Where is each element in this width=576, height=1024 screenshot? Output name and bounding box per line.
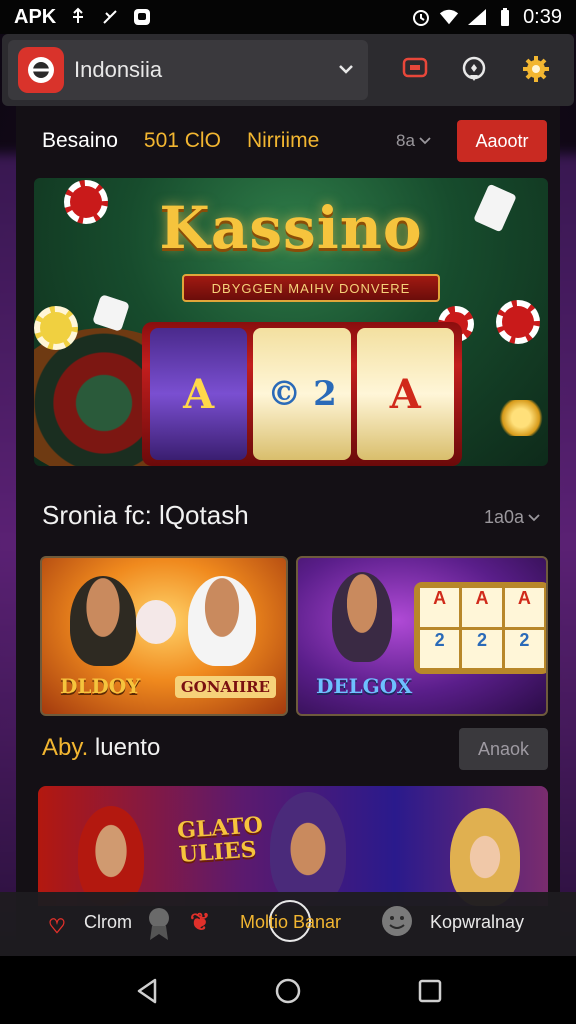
slot-reels: A © 2 A xyxy=(142,322,462,466)
android-navigation-bar xyxy=(0,956,576,1024)
chevron-down-icon xyxy=(338,61,354,79)
section-count-label: 1a0a xyxy=(484,507,525,527)
promo-banner[interactable]: GLATO ULIES xyxy=(38,786,548,906)
hero-ribbon: DBYGGEN MAIHV DONVERE xyxy=(182,274,440,302)
usb-icon xyxy=(68,7,88,27)
back-icon[interactable] xyxy=(134,978,160,1004)
chevron-down-icon xyxy=(528,513,540,521)
wifi-icon xyxy=(439,7,459,27)
casino-chip-image xyxy=(496,300,540,344)
app-screen: Indonsiia Besaino 501 ClO Nirriime 8a Aa… xyxy=(0,34,576,956)
hero-banner[interactable]: Kassino DBYGGEN MAIHV DONVERE A © 2 A xyxy=(34,178,548,466)
section-title: Sronia fc: lQotash xyxy=(42,500,249,530)
reel-symbol: 2 xyxy=(462,629,502,668)
nav-item-live[interactable]: Nirriime xyxy=(247,129,319,153)
mascot-image xyxy=(136,600,176,644)
nav-item-slots[interactable]: 501 ClO xyxy=(144,129,221,153)
category-nav: Besaino 501 ClO Nirriime 8a Aaootr xyxy=(16,118,560,164)
reel-symbol: A xyxy=(420,588,460,627)
character-image xyxy=(332,572,392,662)
character-image xyxy=(70,576,136,666)
slot-reel: A xyxy=(356,328,454,460)
promo-tab-icon: ❦ xyxy=(190,909,211,936)
country-selector[interactable]: Indonsiia xyxy=(8,40,368,100)
game-tile-label: DELGOX xyxy=(316,674,413,698)
medal-icon xyxy=(146,906,172,947)
call-icon xyxy=(100,7,120,27)
section2-action-button[interactable]: Anaok xyxy=(459,728,548,770)
status-bar: APK 0:39 xyxy=(0,0,576,34)
signal-icon xyxy=(467,7,487,27)
app-icon xyxy=(132,7,152,27)
slot-reel: A xyxy=(150,328,248,460)
casino-tab-icon: ♡ xyxy=(48,916,66,938)
top-bar: Indonsiia xyxy=(2,34,574,106)
character-image xyxy=(270,792,346,906)
battery-icon xyxy=(495,7,515,27)
reel-symbol: A xyxy=(504,588,544,627)
slot-machine-image: A A A 2 2 2 xyxy=(414,582,546,674)
reel-symbol: 2 xyxy=(420,629,460,668)
bottom-nav-center-label[interactable]: Moltio Banar xyxy=(240,912,341,933)
settings-icon[interactable] xyxy=(521,54,551,84)
chevron-down-icon xyxy=(419,137,431,145)
game-tile[interactable]: A A A 2 2 2 DELGOX xyxy=(296,556,548,716)
reel-symbol: © 2 xyxy=(267,374,337,414)
gold-bow-icon xyxy=(496,400,546,436)
character-image xyxy=(188,576,256,666)
alarm-icon xyxy=(411,7,431,27)
game-tile-sublabel: GONAIIRE xyxy=(174,676,276,698)
reel-symbol: A xyxy=(462,588,502,627)
status-apk-label: APK xyxy=(14,5,57,28)
location-icon[interactable] xyxy=(459,54,489,84)
recents-icon[interactable] xyxy=(417,978,443,1004)
promo-text-line: ULIES xyxy=(178,836,258,868)
section2-title-accent: Aby. xyxy=(42,734,89,761)
bottom-nav-account[interactable]: Kopwralnay xyxy=(430,912,524,933)
language-label: 8a xyxy=(396,131,415,150)
account-button[interactable]: Aaootr xyxy=(457,120,547,162)
status-time: 0:39 xyxy=(523,5,562,28)
casino-chip-image xyxy=(34,306,78,350)
bottom-nav-bar: ♡ Clrom ❦ Moltio Banar Kopwralnay xyxy=(0,892,576,956)
dice-icon xyxy=(92,294,130,332)
home-icon[interactable] xyxy=(275,978,301,1004)
character-image xyxy=(78,806,144,906)
section-count-dropdown[interactable]: 1a0a xyxy=(484,507,540,528)
reel-symbol: A xyxy=(389,370,421,418)
reel-symbol: A xyxy=(183,370,215,418)
smiley-icon xyxy=(380,904,414,943)
reel-symbol: 2 xyxy=(504,629,544,668)
game-tile[interactable]: DLDOY GONAIIRE xyxy=(40,556,288,716)
bottom-nav-home[interactable]: Clrom xyxy=(84,912,132,933)
language-dropdown[interactable]: 8a xyxy=(396,131,431,151)
message-icon[interactable] xyxy=(400,54,430,84)
section2-title-text: luento xyxy=(88,734,161,761)
app-logo-icon xyxy=(18,47,64,93)
hero-title: Kassino xyxy=(159,194,423,262)
game-tile-label: DLDOY xyxy=(60,674,141,698)
slot-reel: © 2 xyxy=(253,328,351,460)
section2-title: Aby. luento xyxy=(42,734,160,762)
country-label: Indonsiia xyxy=(74,57,163,82)
promo-text: GLATO ULIES xyxy=(176,812,265,868)
nav-item-casino[interactable]: Besaino xyxy=(42,129,118,153)
